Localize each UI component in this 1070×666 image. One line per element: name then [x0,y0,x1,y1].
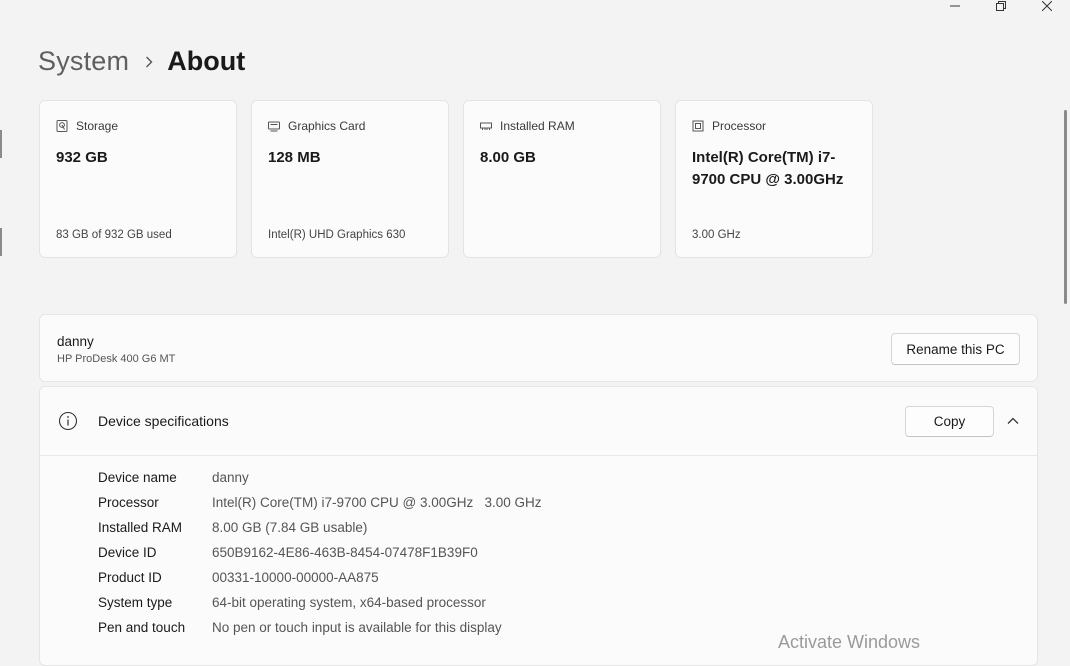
spec-row: System type 64-bit operating system, x64… [98,590,542,615]
spec-row: Device name danny [98,465,542,490]
card-value: 932 GB [56,149,108,166]
pc-name: danny [57,334,94,349]
chevron-right-icon [145,56,153,68]
storage-card[interactable]: Storage 932 GB 83 GB of 932 GB used [39,100,237,258]
spec-value: Intel(R) Core(TM) i7-9700 CPU @ 3.00GHz … [212,495,542,510]
card-value: 8.00 GB [480,149,536,166]
graphics-card-card[interactable]: Graphics Card 128 MB Intel(R) UHD Graphi… [251,100,449,258]
card-title: Processor [712,119,767,133]
chevron-up-icon[interactable] [1006,414,1020,428]
section-title: Device specifications [98,413,229,429]
installed-ram-card[interactable]: Installed RAM 8.00 GB [463,100,661,258]
graphics-card-icon [268,120,280,132]
card-title: Storage [76,119,119,133]
card-subtext: 83 GB of 932 GB used [56,229,172,241]
spec-value: danny [212,470,249,485]
spec-label: Device name [98,470,177,485]
card-subtext: Intel(R) UHD Graphics 630 [268,229,406,241]
copy-button[interactable]: Copy [905,406,994,437]
processor-card[interactable]: Processor Intel(R) Core(TM) i7-9700 CPU … [675,100,873,258]
left-edge-marker [0,228,2,256]
left-edge-marker [0,130,2,158]
spec-row: Processor Intel(R) Core(TM) i7-9700 CPU … [98,490,542,515]
pc-model: HP ProDesk 400 G6 MT [57,353,176,365]
activation-watermark: Activate Windows [778,632,921,652]
window-controls [932,0,1070,12]
spec-label: Processor [98,495,159,510]
spec-label: Pen and touch [98,620,186,635]
card-title: Graphics Card [288,119,366,133]
spec-value: 00331-10000-00000-AA875 [212,570,379,585]
spec-value: No pen or touch input is available for t… [212,620,502,635]
pc-name-panel: danny HP ProDesk 400 G6 MT Rename this P… [39,314,1038,382]
spec-label: Product ID [98,570,162,585]
minimize-icon [950,5,960,7]
card-subtext: 3.00 GHz [692,229,741,241]
restore-button[interactable] [978,0,1024,12]
spec-row: Installed RAM 8.00 GB (7.84 GB usable) [98,515,542,540]
breadcrumb-parent[interactable]: System [38,46,129,77]
breadcrumb: System About [38,46,245,77]
ram-icon [480,120,492,132]
scrollbar[interactable] [1064,110,1067,304]
spec-row: Pen and touch No pen or touch input is a… [98,615,542,640]
card-value: Intel(R) Core(TM) i7-9700 CPU @ 3.00GHz [692,149,844,188]
device-specifications-panel: Device specifications Copy Device name d… [39,386,1038,666]
spec-label: Device ID [98,545,157,560]
close-icon [1042,1,1052,11]
spec-value: 650B9162-4E86-463B-8454-07478F1B39F0 [212,545,478,560]
spec-value: 64-bit operating system, x64-based proce… [212,595,486,610]
restore-icon [996,1,1006,11]
page-title: About [167,46,246,76]
rename-pc-button[interactable]: Rename this PC [891,333,1020,365]
spec-label: Installed RAM [98,520,183,535]
minimize-button[interactable] [932,0,978,12]
close-button[interactable] [1024,0,1070,12]
info-icon [58,411,78,431]
spec-value: 8.00 GB (7.84 GB usable) [212,520,368,535]
card-title: Installed RAM [500,119,575,133]
device-specifications-header[interactable]: Device specifications Copy [40,387,1037,456]
spec-row: Device ID 650B9162-4E86-463B-8454-07478F… [98,540,542,565]
card-value: 128 MB [268,149,321,166]
spec-row: Product ID 00331-10000-00000-AA875 [98,565,542,590]
storage-icon [56,120,68,132]
processor-icon [692,120,704,132]
spec-label: System type [98,595,173,610]
spec-rows: Device name danny Processor Intel(R) Cor… [98,465,542,640]
